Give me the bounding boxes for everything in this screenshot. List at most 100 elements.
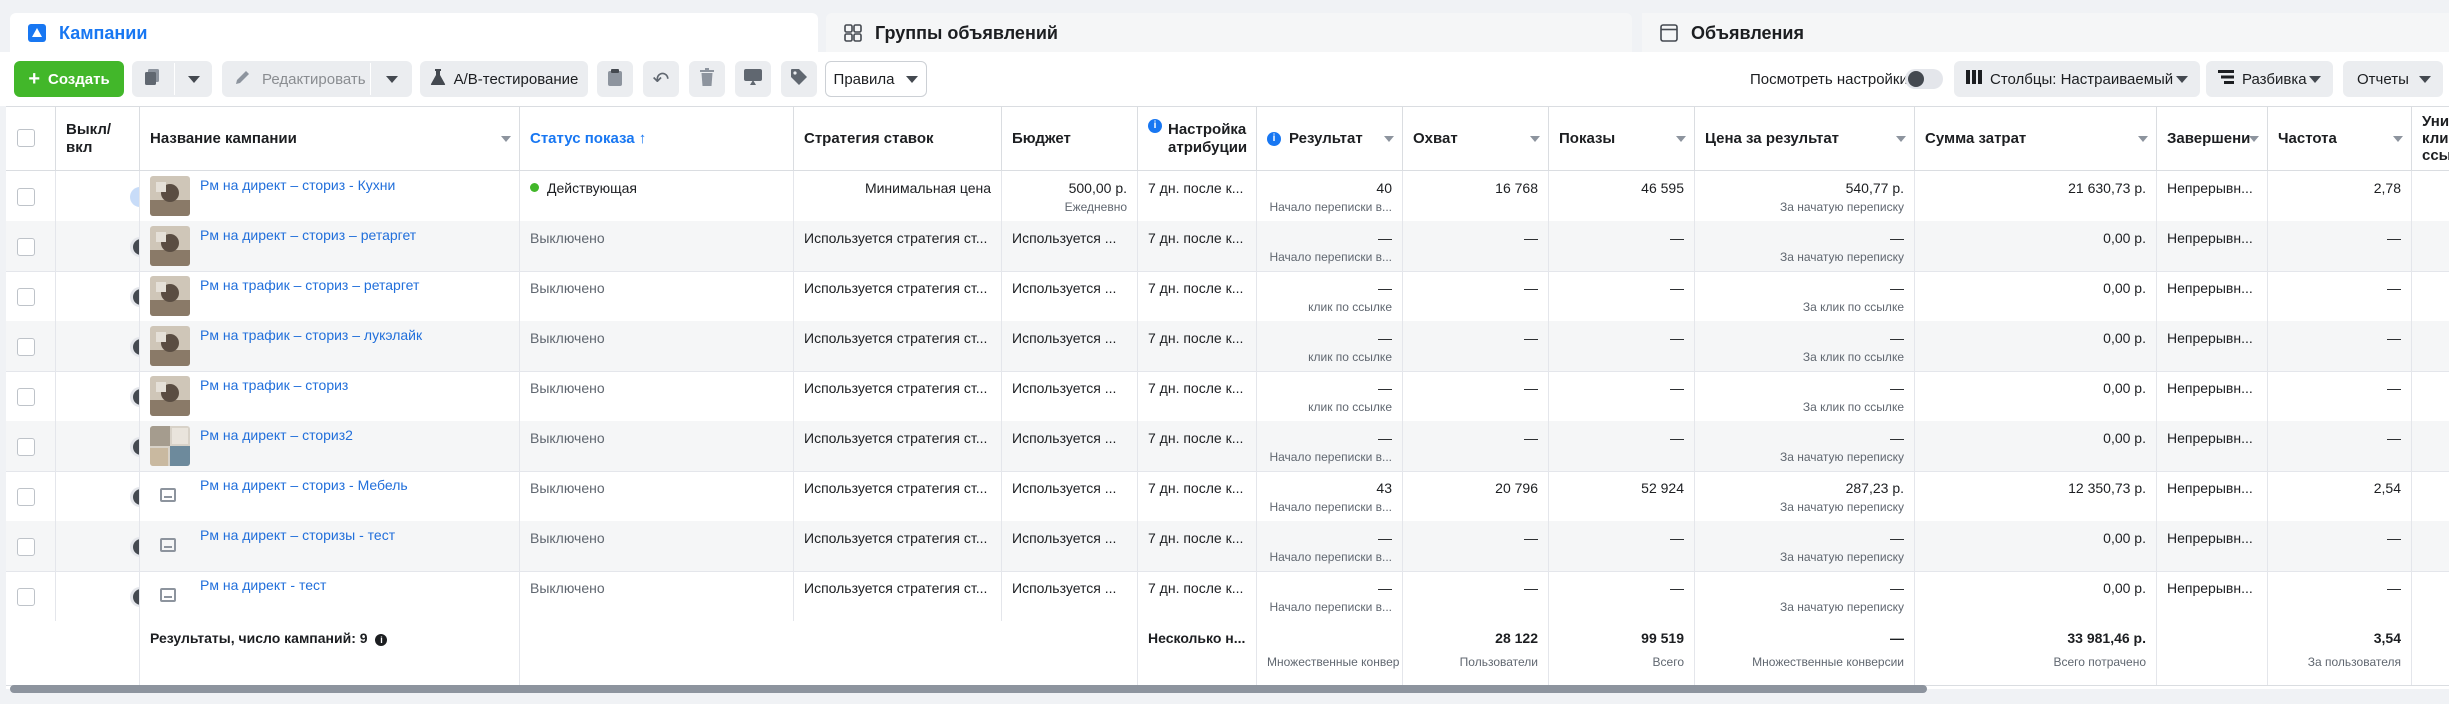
cell-freq: — — [2268, 221, 2412, 271]
tag-button[interactable] — [781, 61, 817, 97]
header-reach[interactable]: Охват — [1403, 107, 1549, 171]
table-row[interactable]: Рм на трафик – сториз – ретаргет Выключен… — [6, 271, 2449, 322]
campaign-toggle[interactable] — [130, 437, 139, 457]
amount-spent-value: 0,00 р. — [2103, 280, 2146, 296]
columns-button[interactable]: Столбцы: Настраиваемый — [1954, 61, 2200, 97]
header-status[interactable]: Статус показа ↑ — [520, 107, 794, 171]
campaign-toggle[interactable] — [130, 587, 139, 607]
cell-attr: 7 дн. после к... — [1138, 371, 1257, 421]
cell-tog — [56, 221, 140, 271]
rules-button-label: Правила — [833, 70, 895, 88]
rules-button[interactable]: Правила — [825, 61, 927, 97]
header-result[interactable]: i Результат — [1257, 107, 1403, 171]
table-row[interactable]: Рм на директ - тест Выключено Используется… — [6, 571, 2449, 622]
header-ends[interactable]: Завершени — [2157, 107, 2268, 171]
campaign-name-link[interactable]: Рм на директ – сторизы - тест — [200, 527, 509, 543]
campaign-name-link[interactable]: Рм на трафик – сториз – лукэлайк — [200, 327, 509, 343]
attribution-value: 7 дн. после к... — [1148, 480, 1244, 496]
horizontal-scrollbar[interactable] — [10, 685, 1927, 693]
tab-adsets[interactable]: Группы объявлений — [826, 13, 1632, 53]
row-checkbox[interactable] — [17, 288, 35, 306]
table-row[interactable]: Рм на трафик – сториз – лукэлайк Выключен… — [6, 321, 2449, 372]
header-cpr-label: Цена за результат — [1705, 130, 1840, 147]
budget-value: 500,00 р. — [1068, 180, 1127, 196]
campaign-toggle[interactable] — [130, 487, 139, 507]
table-row[interactable]: Рм на директ – сториз - Мебель Выключено И… — [6, 471, 2449, 522]
cell-reach: — — [1403, 221, 1549, 271]
ab-test-button[interactable]: A/B-тестирование — [420, 61, 588, 97]
header-attribution[interactable]: i Настройка атрибуции — [1138, 107, 1257, 171]
campaign-toggle[interactable] — [130, 287, 139, 307]
edit-button[interactable]: Редактировать — [222, 61, 412, 97]
campaign-name-link[interactable]: Рм на директ – сториз - Мебель — [200, 477, 509, 493]
view-settings-toggle[interactable] — [1905, 69, 1943, 89]
cell-result: — клик по ссылке — [1257, 271, 1403, 321]
breakdown-button[interactable]: Разбивка — [2206, 61, 2333, 97]
bid-strategy: Используется стратегия ст... — [804, 480, 988, 496]
campaign-name-link[interactable]: Рм на директ - тест — [200, 577, 509, 593]
cost-per-result-type: За клик по ссылке — [1802, 300, 1904, 314]
delete-button[interactable] — [689, 61, 725, 97]
row-checkbox[interactable] — [17, 238, 35, 256]
campaign-name-link[interactable]: Рм на директ – сториз – ретаргет — [200, 227, 509, 243]
table-row[interactable]: Рм на директ – сторизы - тест Выключено Ис… — [6, 521, 2449, 572]
select-all-checkbox[interactable] — [17, 129, 35, 147]
footer-spent: 33 981,46 р. Всего потрачено — [1915, 621, 2157, 685]
toggle-knob — [133, 539, 139, 555]
campaign-toggle[interactable] — [130, 387, 139, 407]
clipboard-button[interactable] — [597, 61, 633, 97]
header-frequency[interactable]: Частота — [2268, 107, 2412, 171]
campaign-toggle[interactable] — [130, 237, 139, 257]
cell-status: Выключено — [520, 221, 794, 271]
header-unique-clicks[interactable]: Уни кли ссы — [2412, 107, 2449, 171]
cell-impr: — — [1549, 521, 1695, 571]
campaign-toggle[interactable] — [130, 337, 139, 357]
cell-attr: 7 дн. после к... — [1138, 221, 1257, 271]
table-row[interactable]: Рм на директ – сториз2 Выключено Используе… — [6, 421, 2449, 472]
reports-button[interactable]: Отчеты — [2343, 61, 2443, 97]
cost-per-result-value: — — [1890, 530, 1904, 546]
cell-freq: 2,78 — [2268, 171, 2412, 221]
row-checkbox[interactable] — [17, 488, 35, 506]
bid-strategy: Используется стратегия ст... — [804, 330, 988, 346]
table-row[interactable]: Рм на директ – сториз - Кухни Действующая… — [6, 171, 2449, 222]
header-spent[interactable]: Сумма затрат — [1915, 107, 2157, 171]
amount-spent-value: 0,00 р. — [2103, 330, 2146, 346]
row-checkbox[interactable] — [17, 438, 35, 456]
cell-result: — клик по ссылке — [1257, 321, 1403, 371]
header-bid[interactable]: Стратегия ставок — [794, 107, 1002, 171]
undo-button[interactable]: ↶ — [643, 61, 679, 97]
header-name[interactable]: Название кампании — [140, 107, 520, 171]
cell-ends: Непрерывн... — [2157, 221, 2268, 271]
toggle-knob — [1908, 71, 1924, 87]
row-checkbox[interactable] — [17, 588, 35, 606]
duplicate-button[interactable] — [132, 61, 212, 97]
campaign-name-link[interactable]: Рм на трафик – сториз – ретаргет — [200, 277, 509, 293]
delivery-status: Выключено — [530, 580, 783, 596]
table-row[interactable]: Рм на директ – сториз – ретаргет Выключен… — [6, 221, 2449, 272]
campaign-name-link[interactable]: Рм на директ – сториз - Кухни — [200, 177, 509, 193]
tab-ads[interactable]: Объявления — [1632, 13, 2449, 53]
chevron-down-icon — [1896, 136, 1906, 142]
campaign-toggle[interactable] — [130, 187, 139, 207]
row-checkbox[interactable] — [17, 188, 35, 206]
campaign-name-link[interactable]: Рм на трафик – сториз — [200, 377, 509, 393]
tab-campaigns[interactable]: Кампании — [10, 13, 818, 53]
cell-spent: 0,00 р. — [1915, 271, 2157, 321]
row-checkbox[interactable] — [17, 338, 35, 356]
table-row[interactable]: Рм на трафик – сториз Выключено Использует… — [6, 371, 2449, 422]
cell-budget: Используется ... — [1002, 571, 1138, 621]
preview-button[interactable] — [735, 61, 771, 97]
row-checkbox[interactable] — [17, 388, 35, 406]
campaign-name-link[interactable]: Рм на директ – сториз2 — [200, 427, 509, 443]
header-budget[interactable]: Бюджет — [1002, 107, 1138, 171]
result-value: — — [1378, 330, 1392, 346]
header-cpr[interactable]: Цена за результат — [1695, 107, 1915, 171]
header-impressions[interactable]: Показы — [1549, 107, 1695, 171]
row-checkbox[interactable] — [17, 538, 35, 556]
cell-result: 40 Начало переписки в... — [1257, 171, 1403, 221]
campaign-toggle[interactable] — [130, 537, 139, 557]
chevron-down-icon — [501, 136, 511, 142]
create-button[interactable]: + Создать — [14, 61, 124, 97]
ends-value: Непрерывн... — [2167, 180, 2253, 196]
